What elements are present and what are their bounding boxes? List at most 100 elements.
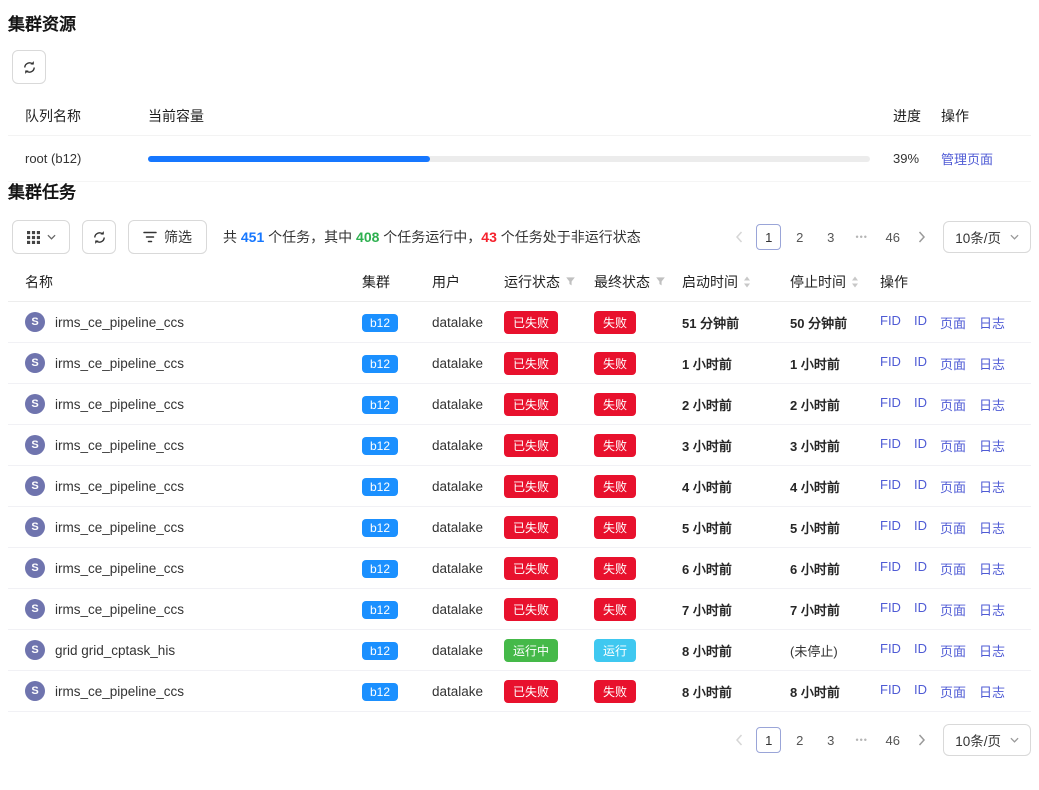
pagination-page[interactable]: 2	[787, 727, 812, 753]
task-action-page[interactable]: 页面	[940, 682, 966, 701]
page-size-select[interactable]: 10条/页	[943, 724, 1031, 756]
tasks-toolbar: 筛选 共 451 个任务，其中 408 个任务运行中，43 个任务处于非运行状态…	[12, 220, 1031, 254]
pagination-next-button[interactable]	[911, 727, 933, 753]
task-action-fid[interactable]: FID	[880, 436, 901, 455]
column-label: 停止时间	[790, 272, 846, 292]
pagination-page[interactable]: 3	[818, 224, 843, 250]
summary-stopped-count: 43	[481, 229, 497, 245]
task-action-log[interactable]: 日志	[979, 436, 1005, 455]
task-name-cell: S irms_ce_pipeline_ccs	[8, 394, 362, 414]
task-action-log[interactable]: 日志	[979, 477, 1005, 496]
task-action-fid[interactable]: FID	[880, 641, 901, 660]
task-action-id[interactable]: ID	[914, 641, 927, 660]
pagination: 123•••46	[728, 727, 933, 753]
task-action-log[interactable]: 日志	[979, 682, 1005, 701]
progress-percent: 39%	[883, 151, 941, 166]
column-label: 集群	[362, 272, 390, 292]
task-action-id[interactable]: ID	[914, 559, 927, 578]
task-action-page[interactable]: 页面	[940, 477, 966, 496]
spark-avatar-icon: S	[25, 681, 45, 701]
task-action-page[interactable]: 页面	[940, 395, 966, 414]
task-actions: FID ID 页面日志	[880, 354, 1031, 373]
task-action-log[interactable]: 日志	[979, 600, 1005, 619]
task-action-fid[interactable]: FID	[880, 518, 901, 537]
task-action-log[interactable]: 日志	[979, 559, 1005, 578]
pagination-prev-button[interactable]	[728, 224, 750, 250]
capacity-progress-bar	[148, 156, 870, 162]
page-size-select[interactable]: 10条/页	[943, 221, 1031, 253]
task-action-page[interactable]: 页面	[940, 436, 966, 455]
pagination-pages: 123•••46	[756, 224, 905, 250]
task-row: S irms_ce_pipeline_ccs b12 datalake 已失败 …	[8, 466, 1031, 507]
task-actions: FID ID 页面日志	[880, 395, 1031, 414]
spark-avatar-icon: S	[25, 312, 45, 332]
pagination-page[interactable]: 3	[818, 727, 843, 753]
task-action-log[interactable]: 日志	[979, 354, 1005, 373]
task-action-id[interactable]: ID	[914, 313, 927, 332]
task-action-log[interactable]: 日志	[979, 313, 1005, 332]
task-action-page[interactable]: 页面	[940, 559, 966, 578]
task-action-page[interactable]: 页面	[940, 354, 966, 373]
pagination-page[interactable]: 1	[756, 727, 781, 753]
task-action-fid[interactable]: FID	[880, 682, 901, 701]
task-action-fid[interactable]: FID	[880, 600, 901, 619]
pagination-page[interactable]: 46	[880, 727, 905, 753]
column-label: 运行状态	[504, 272, 560, 292]
task-action-page[interactable]: 页面	[940, 600, 966, 619]
task-action-fid[interactable]: FID	[880, 354, 901, 373]
task-name-cell: S irms_ce_pipeline_ccs	[8, 435, 362, 455]
task-action-fid[interactable]: FID	[880, 477, 901, 496]
final-status-badge: 运行	[594, 639, 636, 662]
pagination: 123•••46	[728, 224, 933, 250]
filter-button[interactable]: 筛选	[128, 220, 207, 254]
tasks-refresh-button[interactable]	[82, 220, 116, 254]
task-name-cell: S irms_ce_pipeline_ccs	[8, 353, 362, 373]
tasks-title: 集群任务	[8, 182, 1031, 204]
filter-funnel-icon[interactable]	[565, 276, 576, 287]
task-action-id[interactable]: ID	[914, 682, 927, 701]
task-action-log[interactable]: 日志	[979, 395, 1005, 414]
toolbar-pagination-area: 123•••46 10条/页	[728, 221, 1031, 253]
task-user: datalake	[432, 684, 504, 699]
task-action-page[interactable]: 页面	[940, 641, 966, 660]
pagination-page[interactable]: 46	[880, 224, 905, 250]
spark-avatar-icon: S	[25, 599, 45, 619]
task-action-page[interactable]: 页面	[940, 518, 966, 537]
final-status-badge: 失败	[594, 598, 636, 621]
final-status-badge: 失败	[594, 434, 636, 457]
task-action-log[interactable]: 日志	[979, 641, 1005, 660]
task-action-page[interactable]: 页面	[940, 313, 966, 332]
task-action-fid[interactable]: FID	[880, 313, 901, 332]
task-table-header: 名称 集群 用户 运行状态 最终状态 启动时间 停止时间 操作	[8, 262, 1031, 302]
column-settings-dropdown-button[interactable]	[12, 220, 70, 254]
summary-running-count: 408	[356, 229, 379, 245]
filter-button-label: 筛选	[164, 227, 192, 247]
task-actions: FID ID 页面日志	[880, 518, 1031, 537]
spark-avatar-icon: S	[25, 435, 45, 455]
task-action-fid[interactable]: FID	[880, 395, 901, 414]
task-start-time: 2 小时前	[682, 395, 790, 414]
resources-refresh-button[interactable]	[12, 50, 46, 84]
pagination-page[interactable]: 1	[756, 224, 781, 250]
sorter-icon[interactable]	[743, 276, 751, 288]
task-action-id[interactable]: ID	[914, 477, 927, 496]
task-action-id[interactable]: ID	[914, 518, 927, 537]
task-action-id[interactable]: ID	[914, 354, 927, 373]
pagination-next-button[interactable]	[911, 224, 933, 250]
manage-page-link[interactable]: 管理页面	[941, 152, 993, 167]
task-action-id[interactable]: ID	[914, 395, 927, 414]
cluster-badge: b12	[362, 396, 398, 414]
task-action-log[interactable]: 日志	[979, 518, 1005, 537]
filter-funnel-icon[interactable]	[655, 276, 666, 287]
task-row: S irms_ce_pipeline_ccs b12 datalake 已失败 …	[8, 384, 1031, 425]
task-action-id[interactable]: ID	[914, 436, 927, 455]
pagination-ellipsis: •••	[849, 727, 874, 753]
pagination-page[interactable]: 2	[787, 224, 812, 250]
capacity-cell	[148, 156, 883, 162]
task-action-id[interactable]: ID	[914, 600, 927, 619]
pagination-prev-button[interactable]	[728, 727, 750, 753]
task-action-fid[interactable]: FID	[880, 559, 901, 578]
task-stop-time: 5 小时前	[790, 518, 880, 537]
task-start-time: 6 小时前	[682, 559, 790, 578]
sorter-icon[interactable]	[851, 276, 859, 288]
